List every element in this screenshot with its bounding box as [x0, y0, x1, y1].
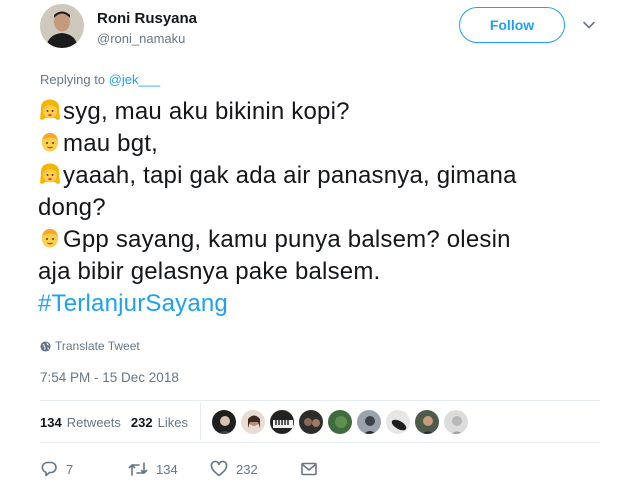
tweet-line: dong? — [38, 192, 608, 224]
translate-label: Translate Tweet — [55, 339, 140, 353]
likes-stat[interactable]: 232 Likes — [131, 415, 188, 430]
liker-avatar[interactable] — [414, 409, 440, 435]
tweet-line: #TerlanjurSayang — [38, 288, 608, 320]
girl-emoji-icon — [40, 163, 60, 184]
tweet-line-text: syg, mau aku bikinin kopi? — [63, 98, 350, 125]
reply-count: 7 — [66, 461, 74, 477]
tweet-timestamp[interactable]: 7:54 PM - 15 Dec 2018 — [40, 370, 179, 385]
liker-avatar[interactable] — [356, 409, 382, 435]
tweet-line: mau bgt, — [38, 128, 608, 160]
boy-emoji-icon — [42, 133, 58, 152]
direct-message-button[interactable] — [300, 460, 326, 478]
liker-avatar[interactable] — [269, 409, 295, 435]
author-avatar[interactable] — [40, 4, 84, 48]
retweet-count: 134 — [156, 461, 178, 477]
tweet-stats: 134 Retweets 232 Likes — [40, 410, 188, 434]
like-count: 232 — [236, 461, 258, 477]
retweet-icon — [128, 462, 148, 476]
retweets-count: 134 — [40, 414, 62, 430]
heart-icon — [210, 460, 228, 477]
divider — [40, 400, 600, 401]
liker-avatar[interactable] — [327, 409, 353, 435]
boy-emoji-icon — [42, 229, 58, 248]
tweet-line-text: dong? — [38, 194, 106, 221]
tweet-line: syg, mau aku bikinin kopi? — [38, 96, 608, 128]
author-handle[interactable]: @roni_namaku — [97, 30, 197, 48]
stats-divider — [200, 402, 201, 440]
likes-count: 232 — [130, 414, 153, 430]
liker-avatar[interactable] — [385, 409, 411, 435]
envelope-icon — [301, 462, 317, 476]
reply-mention-link[interactable]: @jek___ — [109, 72, 161, 87]
girl-emoji-icon — [40, 99, 60, 120]
translate-tweet-link[interactable]: Translate Tweet — [40, 339, 140, 353]
tweet-line-text: yaaah, tapi gak ada air panasnya, gimana — [63, 162, 517, 189]
reply-button[interactable]: 7 — [40, 460, 128, 478]
tweet-line: Gpp sayang, kamu punya balsem? olesin — [38, 224, 608, 256]
tweet-line-text: mau bgt, — [63, 130, 158, 157]
replying-to-prefix: Replying to — [40, 72, 109, 87]
tweet-line: yaaah, tapi gak ada air panasnya, gimana — [38, 160, 608, 192]
likes-label: Likes — [157, 414, 188, 430]
hashtag-link[interactable]: #TerlanjurSayang — [38, 290, 228, 317]
liker-avatar[interactable] — [240, 409, 266, 435]
like-button[interactable]: 232 — [210, 460, 300, 478]
follow-button[interactable]: Follow — [459, 7, 565, 43]
divider — [40, 442, 600, 443]
tweet-line: aja bibir gelasnya pake balsem. — [38, 256, 608, 288]
author-display-name[interactable]: Roni Rusyana — [97, 10, 197, 28]
liker-avatar[interactable] — [443, 409, 469, 435]
avatar-image — [40, 4, 84, 48]
chevron-down-icon[interactable] — [582, 18, 596, 32]
tweet-actions: 7 134 232 — [40, 457, 326, 481]
reply-icon — [41, 461, 57, 477]
retweet-button[interactable]: 134 — [128, 460, 210, 478]
retweets-label: Retweets — [66, 414, 121, 430]
liker-avatar[interactable] — [211, 409, 237, 435]
globe-icon — [40, 340, 51, 352]
replying-to: Replying to @jek___ — [40, 72, 160, 87]
tweet-text: syg, mau aku bikinin kopi? mau bgt, yaaa… — [38, 96, 608, 320]
liker-avatars — [211, 409, 472, 435]
tweet-header: Roni Rusyana @roni_namaku Follow — [40, 4, 610, 56]
tweet-line-text: Gpp sayang, kamu punya balsem? olesin — [63, 226, 511, 253]
liker-avatar[interactable] — [298, 409, 324, 435]
tweet-line-text: aja bibir gelasnya pake balsem. — [38, 258, 381, 285]
retweets-stat[interactable]: 134 Retweets — [40, 415, 131, 430]
